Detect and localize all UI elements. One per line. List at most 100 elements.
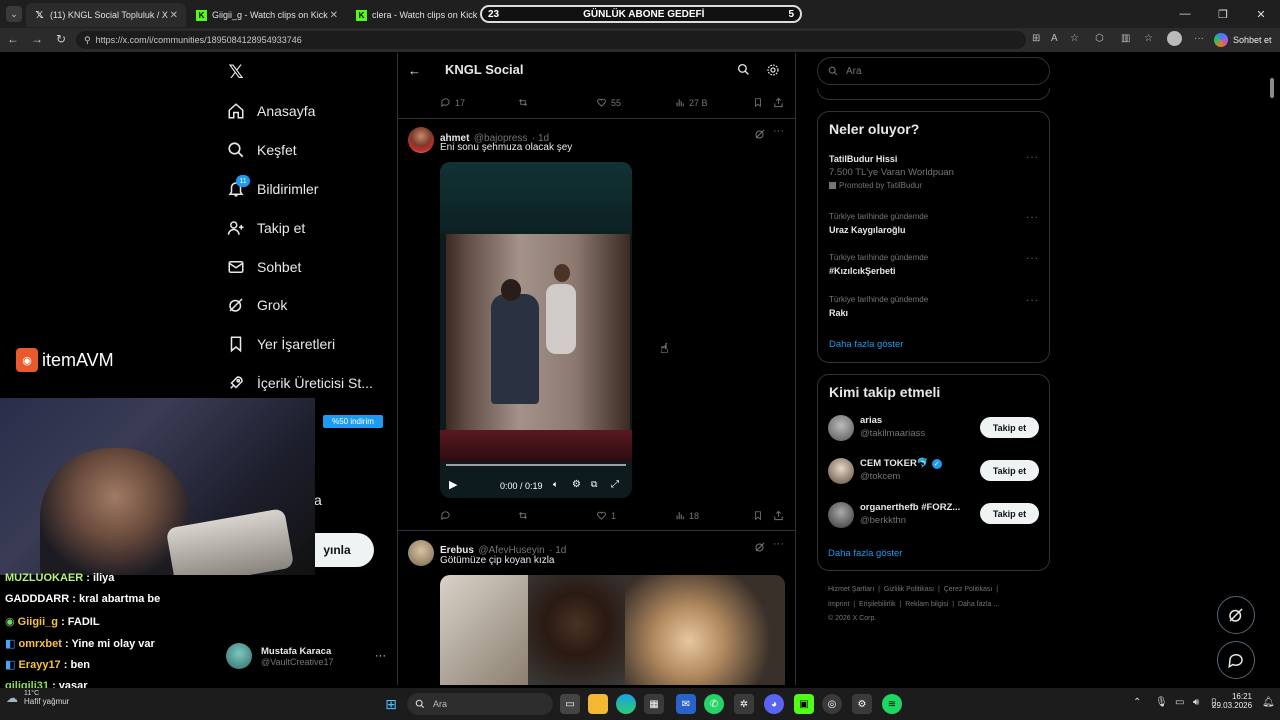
more-icon[interactable]: ···: [773, 125, 784, 137]
discord-icon[interactable]: ◕: [764, 694, 784, 714]
favorite-star-icon[interactable]: ☆: [1070, 33, 1079, 44]
back-icon[interactable]: ←: [5, 32, 21, 46]
fullscreen-icon[interactable]: ⤢: [611, 479, 619, 490]
avatar[interactable]: [828, 502, 854, 528]
tab-1[interactable]: K Giigii_g - Watch clips on Kick ✕: [188, 3, 346, 27]
tab-list-button[interactable]: ⌄: [6, 6, 22, 22]
refresh-icon[interactable]: ↻: [53, 32, 69, 46]
kick-app-icon[interactable]: ▣: [794, 694, 814, 714]
minimize-icon[interactable]: —: [1166, 0, 1204, 28]
trends-show-more-link[interactable]: Daha fazla göster: [829, 339, 903, 350]
notification-bell-icon[interactable]: 🔔︎: [1262, 697, 1275, 708]
messages-floating-button[interactable]: [1217, 641, 1255, 679]
nav-item-messages[interactable]: Sohbet: [226, 253, 301, 281]
avatar[interactable]: [828, 458, 854, 484]
play-icon[interactable]: ▶: [449, 478, 457, 491]
nav-item-bookmarks[interactable]: Yer İşaretleri: [226, 330, 335, 358]
grok-icon[interactable]: [754, 127, 766, 145]
bookmark-button[interactable]: [753, 510, 767, 521]
more-icon[interactable]: ···: [1026, 253, 1039, 264]
forward-icon[interactable]: →: [29, 32, 45, 46]
copilot-button[interactable]: Sohbet et: [1214, 30, 1272, 50]
like-button[interactable]: 55: [596, 97, 621, 108]
volume-icon[interactable]: 🔈︎: [553, 479, 558, 490]
account-switcher[interactable]: Mustafa Karaca @VaultCreative17 ···: [226, 640, 386, 672]
settings-gear-icon[interactable]: [766, 63, 780, 82]
network-icon[interactable]: ▭: [1175, 697, 1184, 708]
nav-item-creator-studio[interactable]: İçerik Üreticisi St...: [226, 369, 373, 397]
edge-browser-icon[interactable]: [616, 694, 636, 714]
close-window-icon[interactable]: ✕: [1242, 0, 1280, 28]
read-aloud-icon[interactable]: A: [1051, 33, 1058, 44]
reply-button[interactable]: 17: [440, 97, 465, 108]
follow-show-more-link[interactable]: Daha fazla göster: [828, 548, 902, 559]
video-settings-icon[interactable]: ⚙︎: [572, 479, 581, 490]
x-logo-icon[interactable]: 𝕏: [226, 62, 246, 83]
split-screen-icon[interactable]: ▥: [1121, 33, 1130, 44]
more-options-icon[interactable]: ···: [1194, 33, 1204, 44]
spotify-icon[interactable]: ≋: [882, 694, 902, 714]
like-button[interactable]: 1: [596, 510, 616, 521]
nav-item-home[interactable]: Anasayfa: [226, 97, 315, 125]
start-windows-icon[interactable]: ⊞: [381, 694, 401, 714]
close-icon[interactable]: ✕: [330, 10, 338, 21]
site-info-icon[interactable]: ⚲: [84, 35, 91, 46]
footer-link[interactable]: Erişilebilirlik: [859, 601, 896, 608]
footer-link[interactable]: Çerez Politikası: [944, 586, 993, 593]
follow-button[interactable]: Takip et: [980, 460, 1039, 481]
profile-avatar[interactable]: [1167, 31, 1182, 46]
scrollbar-thumb[interactable]: [1270, 78, 1274, 98]
suggested-user[interactable]: arias @takilmaariass: [860, 415, 925, 439]
footer-link[interactable]: Reklam bilgisi: [905, 601, 948, 608]
nav-label-partial[interactable]: a: [314, 492, 322, 508]
follow-button[interactable]: Takip et: [980, 417, 1039, 438]
grok-icon[interactable]: [754, 540, 766, 558]
search-icon[interactable]: [737, 63, 750, 81]
extensions-icon[interactable]: ⬡: [1095, 33, 1104, 44]
search-input[interactable]: Ara: [817, 57, 1050, 85]
footer-link[interactable]: Daha fazla ...: [958, 601, 999, 608]
app-icon[interactable]: ✲: [734, 694, 754, 714]
file-explorer-icon[interactable]: [588, 694, 608, 714]
favorites-icon[interactable]: ☆: [1144, 33, 1153, 44]
back-arrow-icon[interactable]: ←: [408, 63, 421, 78]
trend-item[interactable]: Türkiye tarihinde gündemde Rakı: [829, 295, 928, 318]
grok-floating-button[interactable]: [1217, 596, 1255, 634]
more-icon[interactable]: ···: [1026, 212, 1039, 223]
clock[interactable]: 16:21 29.03.2026: [1212, 692, 1252, 710]
share-button[interactable]: [773, 97, 788, 108]
tab-2[interactable]: K clera - Watch clips on Kick: [348, 3, 478, 27]
avatar[interactable]: [828, 415, 854, 441]
reply-button[interactable]: [440, 510, 455, 521]
more-icon[interactable]: ···: [773, 538, 784, 550]
footer-link[interactable]: Gizlilik Politikası: [884, 586, 934, 593]
weather-widget[interactable]: ☁︎ 11°C Hafif yağmur: [6, 690, 69, 706]
avatar[interactable]: [408, 127, 434, 153]
video-progress-track[interactable]: [446, 464, 626, 466]
promoted-trend[interactable]: TatilBudur Hissi 7.500 TL'ye Varan World…: [829, 154, 954, 190]
more-icon[interactable]: ···: [1026, 295, 1039, 306]
nav-item-grok[interactable]: Grok: [226, 291, 287, 319]
bookmark-button[interactable]: [753, 97, 767, 108]
pip-icon[interactable]: ⧉: [591, 479, 597, 490]
trend-item[interactable]: Türkiye tarihinde gündemde #KızılcıkŞerb…: [829, 253, 928, 276]
tab-0[interactable]: 𝕏 (11) KNGL Social Topluluk / X ✕: [26, 3, 186, 27]
views-button[interactable]: 18: [675, 510, 699, 521]
more-icon[interactable]: ···: [1026, 152, 1039, 163]
follow-button[interactable]: Takip et: [980, 503, 1039, 524]
settings-gear-icon[interactable]: ⚙: [852, 694, 872, 714]
url-input[interactable]: ⚲ https://x.com/i/communities/1895084128…: [76, 31, 1026, 49]
mail-app-icon[interactable]: ✉: [676, 694, 696, 714]
avatar[interactable]: [408, 540, 434, 566]
store-icon[interactable]: ▦: [644, 694, 664, 714]
volume-icon[interactable]: 🔊︎: [1193, 697, 1199, 708]
microphone-icon[interactable]: 🎙︎: [1155, 697, 1168, 708]
video-player[interactable]: ▶ 0:00 / 0:19 🔈︎ ⚙︎ ⧉ ⤢: [440, 162, 632, 498]
views-button[interactable]: 27 B: [675, 97, 708, 108]
task-view-icon[interactable]: ▭: [560, 694, 580, 714]
close-icon[interactable]: ✕: [170, 10, 178, 21]
whatsapp-icon[interactable]: ✆: [704, 694, 724, 714]
app-icon[interactable]: ◎: [822, 694, 842, 714]
app-icon[interactable]: ⊞: [1032, 33, 1040, 44]
repost-button[interactable]: [517, 510, 533, 521]
